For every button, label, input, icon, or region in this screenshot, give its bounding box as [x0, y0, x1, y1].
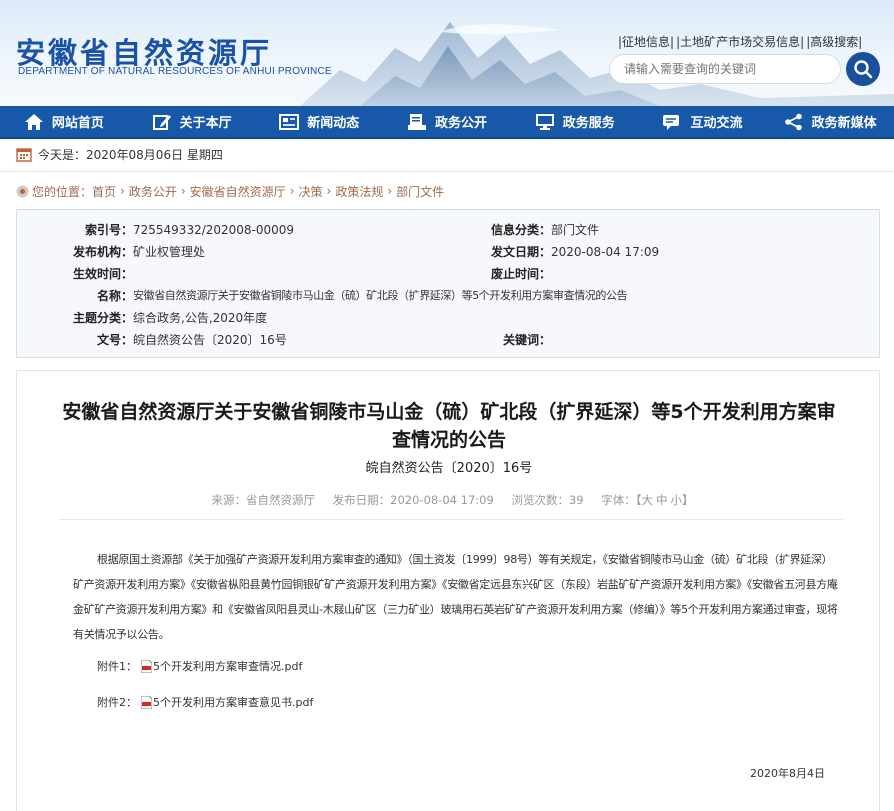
article-title: 安徽省自然资源厅关于安徽省铜陵市马山金（硫）矿北段（扩界延深）等5个开发利用方案…: [62, 401, 836, 451]
info-row: 主题分类： 综合政务,公告,2020年度: [17, 307, 881, 329]
category-value: 部门文件: [551, 223, 600, 237]
topic-value: 综合政务,公告,2020年度: [133, 311, 268, 325]
nav-label: 互动交流: [690, 116, 743, 131]
date-bar: 今天是：2020年08月06日 星期四: [0, 139, 894, 169]
nav-label: 网站首页: [51, 116, 104, 131]
top-links: |征地信息| |土地矿产市场交易信息| |高级搜索|: [618, 33, 864, 50]
main-nav: 网站首页 关于本厅 新闻动态 政务公开 政务服务 互动交流 政务新媒体: [0, 106, 894, 139]
category-label: 信息分类：: [490, 223, 551, 237]
name-value: 安徽省自然资源厅关于安徽省铜陵市马山金（硫）矿北段（扩界延深）等5个开发利用方案…: [133, 289, 628, 302]
nav-about[interactable]: 关于本厅: [128, 105, 256, 138]
info-row: 发布机构： 矿业权管理处 发文日期： 2020-08-04 17:09: [17, 241, 881, 263]
font-size-label: 字体：【: [601, 493, 642, 507]
doc-no-value: 皖自然资公告〔2020〕16号: [133, 333, 287, 347]
nav-label: 政务服务: [562, 116, 615, 131]
breadcrumb: 您的位置： 首页 › 政务公开 › 安徽省自然资源厅 › 决策 › 政策法规 › 部门文件: [16, 181, 444, 201]
breadcrumb-dept-docs[interactable]: 部门文件: [396, 183, 444, 200]
document-icon: [408, 113, 426, 130]
today-date: 今天是：2020年08月06日 星期四: [38, 147, 223, 162]
info-row: 索引号： 725549332/202008-00009 信息分类： 部门文件: [17, 219, 881, 241]
info-row: 生效时间： 废止时间：: [17, 263, 881, 285]
nav-label: 新闻动态: [307, 116, 360, 131]
breadcrumb-separator-icon: ›: [387, 184, 393, 198]
font-size-small-button[interactable]: 小: [671, 493, 683, 507]
issue-date-label: 发文日期：: [490, 245, 551, 259]
breadcrumb-separator-icon: ›: [120, 184, 125, 198]
breadcrumb-decision[interactable]: 决策: [299, 183, 323, 200]
nav-label: 政务新媒体: [811, 116, 877, 131]
breadcrumb-prefix: 您的位置：: [32, 184, 93, 199]
effective-label: 生效时间：: [72, 267, 133, 281]
article-meta: 来源：省自然资源厅 发布日期：2020-08-04 17:09 浏览次数：39 …: [17, 492, 881, 508]
nav-gov-service[interactable]: 政务服务: [511, 105, 639, 138]
breadcrumb-separator-icon: ›: [289, 184, 295, 198]
search-button[interactable]: [846, 52, 880, 86]
breadcrumb-department[interactable]: 安徽省自然资源厅: [190, 183, 286, 200]
attachment-1: 附件1： 5个开发利用方案审查情况.pdf: [97, 658, 302, 674]
calendar-icon: [16, 147, 32, 162]
publisher-value: 矿业权管理处: [133, 245, 206, 259]
publisher-label: 发布机构：: [72, 245, 133, 259]
info-row: 名称： 安徽省自然资源厅关于安徽省铜陵市马山金（硫）矿北段（扩界延深）等5个开发…: [17, 285, 881, 307]
nav-interaction[interactable]: 互动交流: [639, 105, 767, 138]
topic-label: 主题分类：: [72, 311, 133, 325]
issue-date-value: 2020-08-04 17:09: [551, 245, 660, 259]
breadcrumb-separator-icon: ›: [326, 184, 332, 198]
share-icon: [784, 113, 802, 130]
attachment-link[interactable]: 5个开发利用方案审查情况.pdf: [153, 658, 302, 674]
pdf-icon: [141, 695, 152, 709]
doc-no-label: 文号：: [96, 333, 133, 347]
document-info-box: 索引号： 725549332/202008-00009 信息分类： 部门文件 发…: [16, 209, 880, 358]
monitor-icon: [535, 113, 554, 130]
search-input[interactable]: [609, 54, 841, 84]
article-source: 来源：省自然资源厅: [211, 493, 316, 507]
nav-home[interactable]: 网站首页: [0, 105, 128, 138]
article-body-paragraph: 根据原国土资源部《关于加强矿产资源开发利用方案审查的通知》（国土资发〔1999〕…: [73, 553, 838, 641]
attachment-label: 附件2：: [97, 696, 137, 709]
link-advanced-search[interactable]: |高级搜索|: [806, 35, 862, 49]
divider: [0, 171, 894, 172]
article-divider: [59, 519, 843, 520]
nav-gov-affairs[interactable]: 政务公开: [383, 105, 511, 138]
pdf-icon: [141, 659, 152, 673]
article-doc-no: 皖自然资公告〔2020〕16号: [365, 461, 533, 476]
link-land-mineral-market[interactable]: |土地矿产市场交易信息|: [676, 35, 804, 49]
font-size-bracket: 】: [682, 493, 694, 507]
article-publish-date: 发布日期：2020-08-04 17:09: [332, 493, 494, 507]
attachment-2: 附件2： 5个开发利用方案审查意见书.pdf: [97, 694, 313, 710]
expire-label: 废止时间：: [490, 267, 551, 281]
signature-date: 2020年8月4日: [750, 767, 825, 780]
keywords-label: 关键词：: [502, 333, 551, 347]
breadcrumb-home[interactable]: 首页: [92, 183, 116, 200]
location-icon: [16, 185, 29, 197]
site-banner: 安徽省自然资源厅 DEPARTMENT OF NATURAL RESOURCES…: [0, 0, 894, 106]
font-size-large-button[interactable]: 大: [642, 493, 654, 507]
nav-new-media[interactable]: 政务新媒体: [766, 105, 894, 138]
font-size-medium-button[interactable]: 中: [656, 493, 668, 507]
edit-icon: [152, 114, 171, 130]
name-label: 名称：: [96, 289, 133, 303]
index-no-label: 索引号：: [84, 223, 133, 237]
search-icon: [854, 60, 873, 79]
index-no-value: 725549332/202008-00009: [133, 223, 295, 237]
site-logo-subtitle: DEPARTMENT OF NATURAL RESOURCES OF ANHUI…: [18, 66, 332, 77]
article-panel: 安徽省自然资源厅关于安徽省铜陵市马山金（硫）矿北段（扩界延深）等5个开发利用方案…: [16, 370, 880, 811]
nav-news[interactable]: 新闻动态: [255, 105, 383, 138]
attachment-link[interactable]: 5个开发利用方案审查意见书.pdf: [153, 694, 313, 710]
attachment-label: 附件1：: [97, 660, 137, 673]
news-icon: [279, 113, 300, 130]
chat-icon: [663, 114, 680, 130]
nav-label: 关于本厅: [179, 116, 232, 131]
home-icon: [24, 113, 43, 130]
info-row: 文号： 皖自然资公告〔2020〕16号 关键词：: [17, 329, 881, 351]
link-land-acquisition[interactable]: |征地信息|: [618, 35, 674, 49]
nav-label: 政务公开: [435, 116, 488, 131]
breadcrumb-separator-icon: ›: [180, 184, 186, 198]
article-views: 浏览次数：39: [511, 493, 584, 507]
breadcrumb-gov-affairs[interactable]: 政务公开: [129, 183, 177, 200]
breadcrumb-policy[interactable]: 政策法规: [335, 183, 383, 200]
